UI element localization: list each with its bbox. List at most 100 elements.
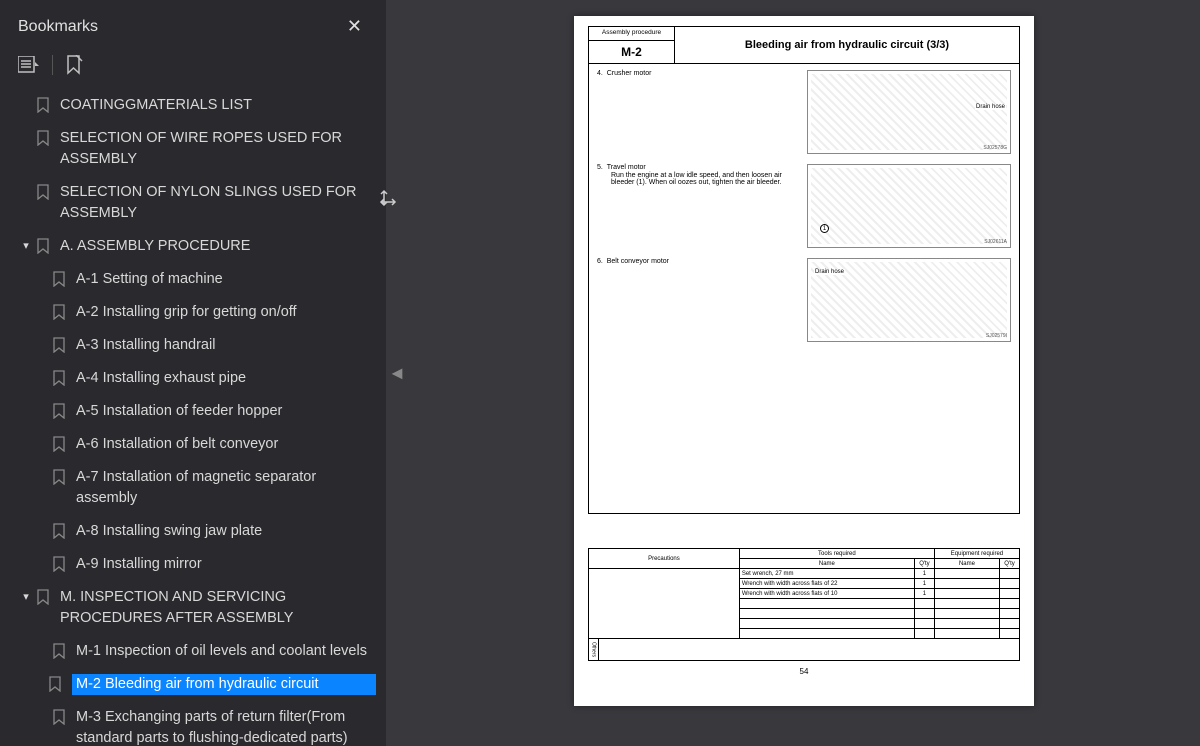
outline-item-label: M-1 Inspection of oil levels and coolant… <box>76 641 376 662</box>
outline-item[interactable]: A-1 Setting of machine <box>0 263 386 296</box>
tool-qty-cell <box>914 599 934 609</box>
equip-name-cell <box>934 589 999 599</box>
sidebar-header: Bookmarks ✕ <box>0 0 386 47</box>
chevron-down-icon[interactable]: ▾ <box>18 590 34 606</box>
bookmark-icon <box>36 97 50 113</box>
section-body: Run the engine at a low idle speed, and … <box>597 172 799 186</box>
tool-name-cell: Wrench with width across flats of 10 <box>739 589 914 599</box>
assembly-procedure-code: M-2 <box>589 41 674 63</box>
precautions-cell <box>589 569 740 639</box>
th-others: Others <box>591 642 597 657</box>
collapse-sidebar-icon[interactable]: ◀ <box>392 365 403 382</box>
tool-qty-cell: 1 <box>914 589 934 599</box>
outline-item-label: A-7 Installation of magnetic separator a… <box>76 467 376 509</box>
figure: Drain hoseSJ02579I <box>807 258 1011 342</box>
outline-item-label: M-3 Exchanging parts of return filter(Fr… <box>76 707 376 746</box>
outline-item[interactable]: A-4 Installing exhaust pipe <box>0 362 386 395</box>
section-num: 5. <box>597 164 603 171</box>
section-num: 6. <box>597 258 603 265</box>
table-row: Set wrench, 27 mm1 <box>589 569 1020 579</box>
th-equip: Equipment required <box>934 549 1019 559</box>
tool-name-cell: Set wrench, 27 mm <box>739 569 914 579</box>
th-tool-qty: Q'ty <box>914 559 934 569</box>
equip-qty-cell <box>1000 619 1020 629</box>
equip-name-cell <box>934 619 999 629</box>
outline-item[interactable]: M-1 Inspection of oil levels and coolant… <box>0 635 386 668</box>
close-icon[interactable]: ✕ <box>339 12 370 41</box>
bookmark-icon <box>36 589 50 605</box>
equip-qty-cell <box>1000 579 1020 589</box>
outline-item[interactable]: A-6 Installation of belt conveyor <box>0 428 386 461</box>
outline-item-label: A-6 Installation of belt conveyor <box>76 434 376 455</box>
equip-qty-cell <box>1000 609 1020 619</box>
tool-name-cell <box>739 609 914 619</box>
document-viewport[interactable]: Assembly procedure M-2 Bleeding air from… <box>408 0 1200 746</box>
tool-name-cell <box>739 599 914 609</box>
outline-item[interactable]: ▾ M. INSPECTION AND SERVICING PROCEDURES … <box>0 581 386 635</box>
outline-item[interactable]: SELECTION OF WIRE ROPES USED FOR ASSEMBL… <box>0 122 386 176</box>
current-bookmark-icon[interactable] <box>65 55 83 75</box>
sidebar-splitter[interactable]: ◀ <box>386 0 408 746</box>
bookmark-icon <box>52 709 66 725</box>
bookmark-icon <box>36 130 50 146</box>
outline-item-label: A-2 Installing grip for getting on/off <box>76 302 376 323</box>
bookmark-icon <box>52 643 66 659</box>
equip-qty-cell <box>1000 599 1020 609</box>
outline-item[interactable]: A-7 Installation of magnetic separator a… <box>0 461 386 515</box>
tool-name-cell: Wrench with width across flats of 22 <box>739 579 914 589</box>
tool-qty-cell <box>914 629 934 639</box>
bookmark-icon <box>52 271 66 287</box>
outline-item[interactable]: ▾A. ASSEMBLY PROCEDURE <box>0 230 386 263</box>
bookmark-icon <box>52 370 66 386</box>
page-title: Bleeding air from hydraulic circuit (3/3… <box>675 27 1019 63</box>
outline-item[interactable]: A-5 Installation of feeder hopper <box>0 395 386 428</box>
section-text: 6. Belt conveyor motor <box>597 258 807 342</box>
outline-options-icon[interactable] <box>18 56 40 74</box>
tool-name-cell <box>739 629 914 639</box>
page-section: 5. Travel motorRun the engine at a low i… <box>597 164 1011 248</box>
figure-code: SJ02611A <box>984 239 1007 245</box>
figure-label: Drain hose <box>975 104 1006 110</box>
bookmark-icon <box>52 304 66 320</box>
page-header-box: Assembly procedure M-2 Bleeding air from… <box>588 26 1020 64</box>
outline-item[interactable]: A-2 Installing grip for getting on/off <box>0 296 386 329</box>
outline-item[interactable]: A-3 Installing handrail <box>0 329 386 362</box>
sidebar-toolbar <box>0 47 386 85</box>
figure-code: SJ02578G <box>983 145 1007 151</box>
outline-tree[interactable]: COATINGGMATERIALS LISTSELECTION OF WIRE … <box>0 85 386 746</box>
outline-item-label: A-5 Installation of feeder hopper <box>76 401 376 422</box>
tool-qty-cell <box>914 619 934 629</box>
tool-qty-cell: 1 <box>914 579 934 589</box>
section-text: 5. Travel motorRun the engine at a low i… <box>597 164 807 248</box>
page-number: 54 <box>588 667 1020 676</box>
outline-item-label: M-2 Bleeding air from hydraulic circuit <box>72 674 376 695</box>
figure-callout: 1 <box>820 224 829 233</box>
outline-item[interactable]: A-9 Installing mirror <box>0 548 386 581</box>
outline-item-label: M. INSPECTION AND SERVICING PROCEDURES A… <box>60 587 376 629</box>
outline-item-label: A-4 Installing exhaust pipe <box>76 368 376 389</box>
outline-item[interactable]: M-3 Exchanging parts of return filter(Fr… <box>0 701 386 746</box>
sidebar-title: Bookmarks <box>18 18 98 36</box>
section-text: 4. Crusher motor <box>597 70 807 154</box>
chevron-down-icon[interactable]: ▾ <box>18 239 34 255</box>
outline-item[interactable]: COATINGGMATERIALS LIST <box>0 89 386 122</box>
section-heading: Crusher motor <box>607 70 652 77</box>
resize-grip-icon[interactable] <box>378 188 398 213</box>
outline-item[interactable]: A-8 Installing swing jaw plate <box>0 515 386 548</box>
outline-item[interactable]: SELECTION OF NYLON SLINGS USED FOR ASSEM… <box>0 176 386 230</box>
bookmark-icon <box>36 238 50 254</box>
th-tool-name: Name <box>739 559 914 569</box>
equip-name-cell <box>934 599 999 609</box>
equip-qty-cell <box>1000 569 1020 579</box>
requirements-table: Precautions Tools required Equipment req… <box>588 548 1020 661</box>
th-equip-name: Name <box>934 559 999 569</box>
outline-item-label: A-8 Installing swing jaw plate <box>76 521 376 542</box>
bookmark-icon <box>48 676 62 692</box>
outline-item[interactable]: M-2 Bleeding air from hydraulic circuit <box>0 668 386 701</box>
pdf-page: Assembly procedure M-2 Bleeding air from… <box>574 16 1034 706</box>
bookmark-icon <box>52 337 66 353</box>
assembly-procedure-label: Assembly procedure <box>589 27 674 41</box>
bookmark-icon <box>36 184 50 200</box>
equip-name-cell <box>934 629 999 639</box>
tool-qty-cell <box>914 609 934 619</box>
